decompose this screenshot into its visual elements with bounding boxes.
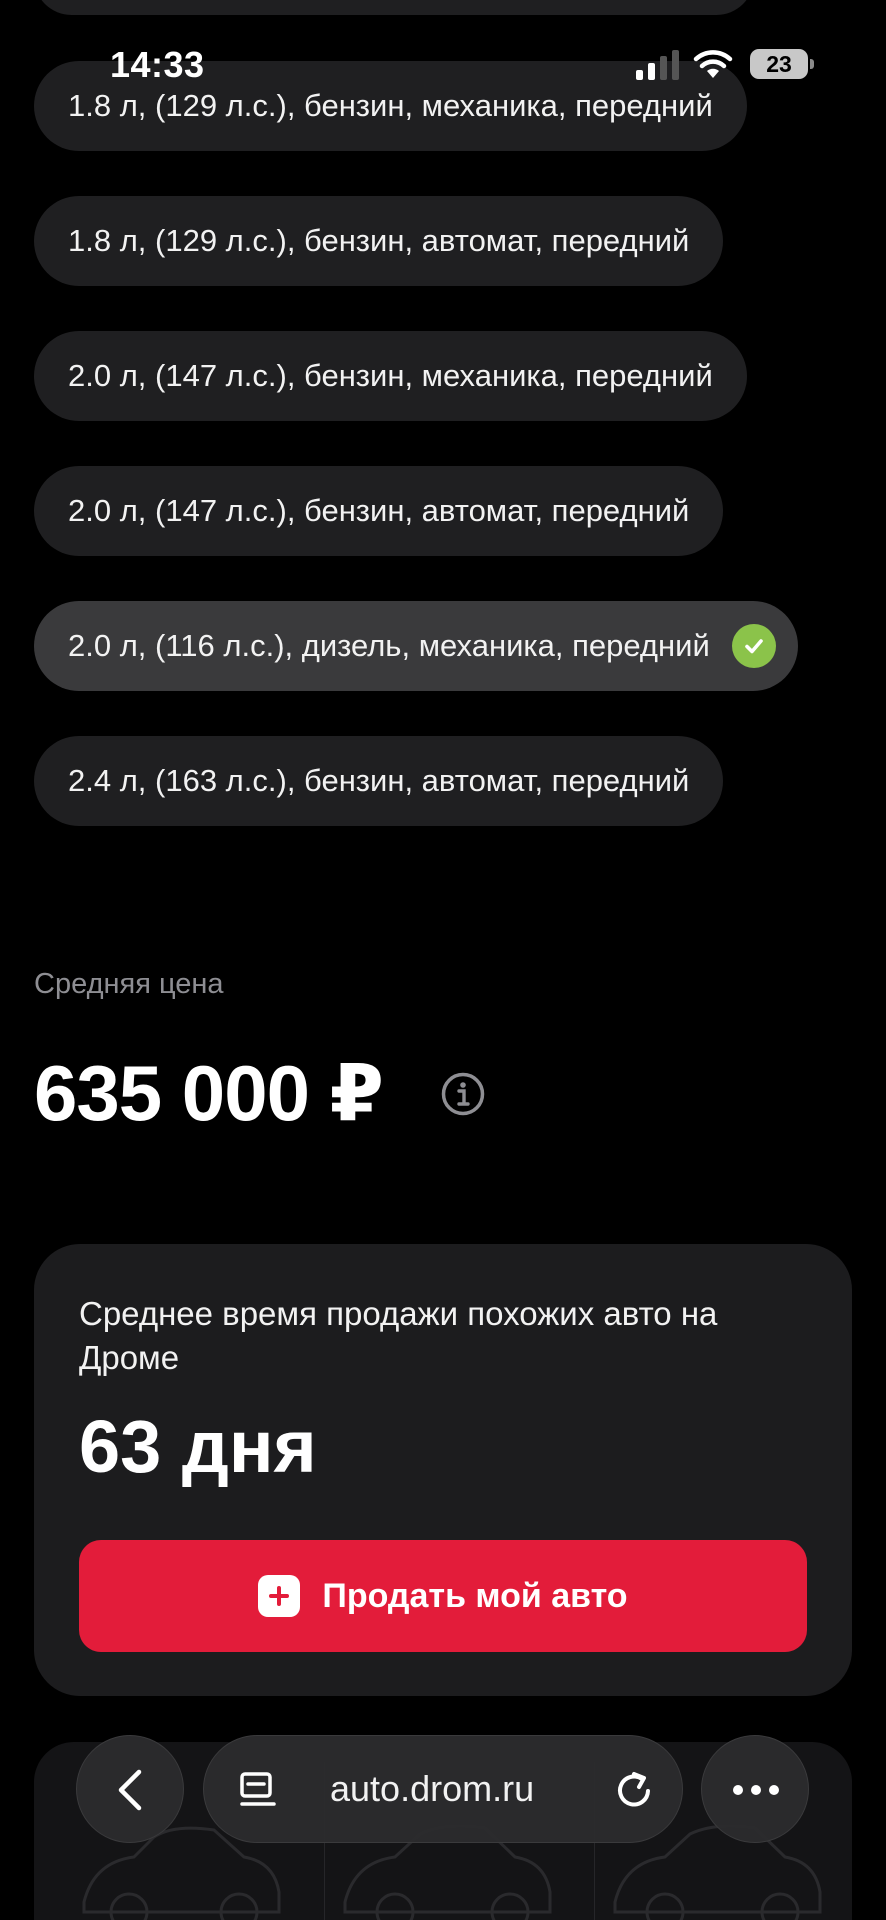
address-bar[interactable]: auto.drom.ru [203,1735,683,1843]
average-price-value: 635 000 ₽ [34,1049,384,1137]
option-label: 2.0 л, (147 л.с.), бензин, автомат, пере… [68,493,690,528]
average-price-label: Средняя цена [34,968,224,1000]
option-2-0-116-diesel-manual[interactable]: 2.0 л, (116 л.с.), дизель, механика, пер… [34,601,798,691]
browser-back-button[interactable] [76,1735,184,1843]
check-icon [731,624,776,668]
option-label: 1.8 л, (129 л.с.), бензин, автомат, пере… [68,223,690,258]
option-label: 2.4 л, (163 л.с.), бензин, автомат, пере… [68,763,690,798]
sell-my-car-button[interactable]: Продать мой авто [79,1540,807,1652]
sale-time-text: Среднее время продажи похожих авто на Др… [79,1295,718,1376]
reader-icon[interactable] [238,1770,278,1810]
more-icon [733,1785,779,1795]
option-2-0-147-auto[interactable]: 2.0 л, (147 л.с.), бензин, автомат, пере… [34,466,724,556]
back-icon [118,1769,142,1811]
battery-icon: 23 [750,49,814,79]
info-icon[interactable] [440,1071,486,1117]
option-1-8-129-manual[interactable]: 1.8 л, (129 л.с.), бензин, механика, пер… [34,61,747,151]
option-2-4-163-auto[interactable]: 2.4 л, (163 л.с.), бензин, автомат, пере… [34,736,724,826]
sale-time-value: 63 дня [79,1405,317,1488]
sell-button-label: Продать мой авто [322,1576,628,1615]
page: 1.8 л, (129 л.с.), бензин, механика, пер… [0,0,886,1920]
option-label: 2.0 л, (116 л.с.), дизель, механика, пер… [68,628,710,663]
url-text: auto.drom.ru [330,1768,535,1809]
sale-time-card: Среднее время продажи похожих авто на Др… [34,1244,852,1696]
battery-level: 23 [766,50,792,77]
option-label: 1.8 л, (129 л.с.), бензин, механика, пер… [68,88,713,123]
browser-more-button[interactable] [701,1735,809,1843]
reload-icon[interactable] [612,1768,656,1812]
option-previous-partial[interactable] [34,0,754,15]
option-1-8-129-auto[interactable]: 1.8 л, (129 л.с.), бензин, автомат, пере… [34,196,724,286]
plus-icon [258,1575,301,1617]
option-label: 2.0 л, (147 л.с.), бензин, механика, пер… [68,358,713,393]
option-2-0-147-manual[interactable]: 2.0 л, (147 л.с.), бензин, механика, пер… [34,331,747,421]
